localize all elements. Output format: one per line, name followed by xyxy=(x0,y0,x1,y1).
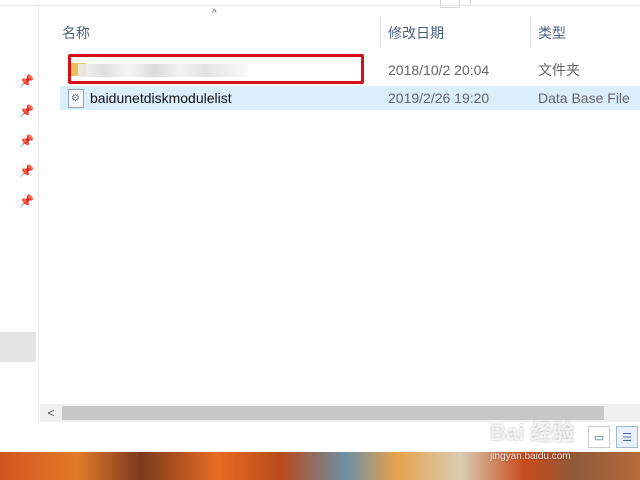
nav-item-selected[interactable] xyxy=(0,332,36,362)
column-header-name[interactable]: 名称 xyxy=(62,18,90,48)
desktop-wallpaper xyxy=(0,452,640,480)
type-cell: Data Base File xyxy=(538,90,630,106)
pin-icon[interactable]: 📌 xyxy=(19,104,34,118)
address-bar-dropdown[interactable] xyxy=(440,0,460,8)
red-highlight-annotation xyxy=(68,54,364,84)
details-view-icon[interactable]: ▭ xyxy=(588,426,610,448)
pin-icon[interactable]: 📌 xyxy=(19,74,34,88)
date-modified-cell: 2018/10/2 20:04 xyxy=(388,62,490,78)
status-bar: ▭ ☰ xyxy=(0,422,640,454)
column-separator[interactable] xyxy=(530,16,531,48)
pin-icon[interactable]: 📌 xyxy=(19,134,34,148)
column-separator[interactable] xyxy=(380,16,381,48)
top-strip xyxy=(0,0,640,8)
pin-icon[interactable]: 📌 xyxy=(19,194,34,208)
pin-icon[interactable]: 📌 xyxy=(19,164,34,178)
column-header-type[interactable]: 类型 xyxy=(538,18,566,48)
date-modified-cell: 2019/2/26 19:20 xyxy=(388,90,490,106)
horizontal-scrollbar[interactable]: < xyxy=(40,404,640,422)
database-file-icon: ⚙ xyxy=(68,89,84,108)
type-cell: 文件夹 xyxy=(538,62,580,78)
toolbar-divider xyxy=(0,5,640,6)
list-view-icon[interactable]: ☰ xyxy=(616,426,638,448)
scrollbar-thumb[interactable] xyxy=(62,406,604,420)
navigation-pane[interactable]: 📌 📌 📌 📌 📌 xyxy=(0,6,39,448)
file-name-cell: baidunetdiskmodulelist xyxy=(90,90,232,106)
list-item-file[interactable]: ⚙ baidunetdiskmodulelist 2019/2/26 19:20… xyxy=(60,86,640,110)
scroll-left-arrow-icon[interactable]: < xyxy=(42,404,60,422)
column-header-date-modified[interactable]: 修改日期 xyxy=(388,18,444,48)
sort-up-icon: ^ xyxy=(212,8,217,19)
